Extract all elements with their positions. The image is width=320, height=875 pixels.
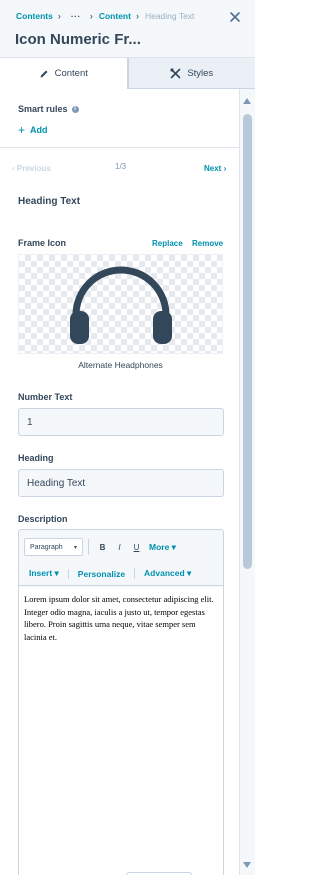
personalize-button[interactable]: Personalize [67, 568, 130, 579]
description-label: Description [18, 514, 68, 524]
chevron-right-icon: › [89, 11, 93, 21]
editor-toolbar-secondary: Insert ▾ Personalize Advanced ▾ [19, 562, 223, 586]
insert-button[interactable]: Insert ▾ [24, 568, 64, 579]
editor-toolbar: Paragraph ▾ B I U More ▾ [24, 537, 176, 557]
section-title: Heading Text [18, 196, 81, 207]
remove-icon-button[interactable]: Remove [192, 239, 223, 248]
breadcrumb-ellipsis[interactable]: ··· [71, 11, 81, 21]
italic-button[interactable]: I [111, 543, 128, 552]
tab-content-label: Content [54, 68, 88, 79]
divider [0, 147, 239, 148]
previous-button[interactable]: ‹ Previous [12, 164, 51, 173]
more-button[interactable]: More ▾ [149, 542, 176, 553]
breadcrumb-content[interactable]: Content [99, 11, 131, 21]
tab-content[interactable]: Content [0, 58, 128, 89]
paragraph-select[interactable]: Paragraph ▾ [24, 538, 83, 556]
smart-rules-label: Smart rules i [18, 104, 79, 114]
close-icon[interactable] [227, 9, 243, 25]
pencil-icon [40, 70, 48, 77]
scroll-down-icon[interactable] [243, 862, 251, 868]
number-text-input[interactable]: 1 [18, 408, 224, 436]
tab-bar: Content Styles [0, 58, 255, 89]
editor-content[interactable]: Lorem ipsum dolor sit amet, consectetur … [19, 587, 223, 875]
advanced-button[interactable]: Advanced ▾ [134, 568, 196, 579]
icon-preview[interactable] [18, 254, 223, 354]
breadcrumb-current: Heading Text [144, 11, 195, 21]
number-text-label: Number Text [18, 392, 73, 402]
tab-styles[interactable]: Styles [127, 58, 255, 89]
breadcrumb: Contents › ··· › Content › Heading Text [16, 11, 194, 21]
tools-icon [170, 67, 181, 78]
panel-header: Contents › ··· › Content › Heading Text … [0, 0, 255, 58]
page-title: Icon Numeric Fr... [15, 31, 141, 48]
pager-count: 1/3 [115, 162, 127, 171]
caret-down-icon: ▾ [73, 544, 77, 551]
chevron-right-icon: › [57, 11, 61, 21]
underline-button[interactable]: U [128, 543, 145, 552]
bold-button[interactable]: B [94, 543, 111, 552]
toolbar-separator [88, 539, 89, 555]
breadcrumb-contents[interactable]: Contents [16, 11, 53, 21]
headphones-icon [70, 266, 172, 344]
heading-label: Heading [18, 453, 54, 463]
tab-styles-label: Styles [187, 67, 214, 79]
next-button[interactable]: Next › [204, 164, 226, 173]
frame-icon-label: Frame Icon [18, 238, 67, 248]
content-panel: Smart rules i + Add ‹ Previous 1/3 Next … [0, 89, 240, 875]
heading-input[interactable]: Heading Text [18, 469, 224, 497]
scroll-up-icon[interactable] [243, 98, 251, 104]
scrollbar[interactable] [240, 89, 255, 875]
rich-text-editor: Paragraph ▾ B I U More ▾ Insert ▾ Person… [18, 529, 224, 875]
icon-caption: Alternate Headphones [78, 360, 163, 370]
add-smart-rule-button[interactable]: + Add [18, 123, 48, 137]
scrollbar-thumb[interactable] [243, 114, 252, 569]
plus-icon: + [18, 123, 26, 137]
info-icon[interactable]: i [71, 105, 79, 113]
chevron-right-icon: › [135, 11, 139, 21]
replace-icon-button[interactable]: Replace [152, 239, 183, 248]
